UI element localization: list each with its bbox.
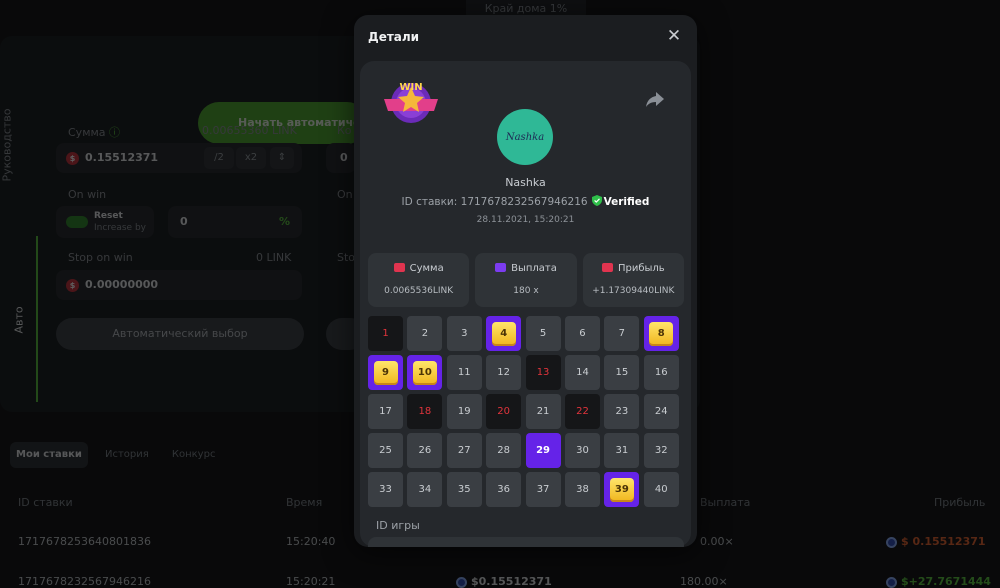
keno-grid: 1 2 3 4 5 6 7 8 9 10 11 12 13 14 15 16 17 18 19 20 21 22 23 24 2… bbox=[368, 316, 684, 508]
keno-tile-28: 28 bbox=[486, 433, 522, 469]
bet-id-value[interactable]: 1717678232567946216 bbox=[461, 196, 588, 208]
keno-tile-15: 15 bbox=[604, 355, 640, 391]
keno-tile-21: 21 bbox=[525, 394, 561, 430]
game-id-field[interactable] bbox=[368, 537, 684, 547]
keno-tile-12: 12 bbox=[486, 355, 522, 391]
keno-tile-5: 5 bbox=[525, 316, 561, 351]
keno-tile-27: 27 bbox=[446, 433, 482, 469]
win-badge-icon: WIN bbox=[384, 82, 438, 123]
keno-tile-7: 7 bbox=[604, 316, 640, 351]
keno-tile-31: 31 bbox=[604, 433, 640, 469]
wallet-icon bbox=[495, 263, 507, 272]
keno-tile-10: 10 bbox=[407, 355, 443, 391]
gold-gem-icon: 4 bbox=[491, 321, 516, 346]
keno-tile-37: 37 bbox=[525, 472, 561, 508]
close-icon[interactable]: ✕ bbox=[665, 27, 683, 45]
svg-text:WIN: WIN bbox=[399, 82, 422, 93]
avatar: Nashka bbox=[497, 109, 553, 165]
keno-tile-39: 39 bbox=[604, 472, 640, 508]
keno-tile-32: 32 bbox=[643, 433, 679, 469]
gold-gem-icon: 9 bbox=[373, 360, 398, 385]
keno-tile-17: 17 bbox=[368, 394, 403, 430]
keno-tile-11: 11 bbox=[446, 355, 482, 391]
keno-tile-29: 29 bbox=[525, 433, 561, 469]
keno-tile-25: 25 bbox=[368, 433, 403, 469]
game-id-label: ID игры bbox=[376, 519, 420, 532]
verified-label: Verified bbox=[603, 196, 650, 208]
keno-tile-1: 1 bbox=[368, 316, 403, 351]
gold-gem-icon: 10 bbox=[412, 360, 437, 385]
keno-tile-36: 36 bbox=[486, 472, 522, 508]
keno-tile-6: 6 bbox=[564, 316, 600, 351]
gold-gem-icon: 8 bbox=[649, 321, 674, 346]
keno-tile-13: 13 bbox=[525, 355, 561, 391]
keno-tile-2: 2 bbox=[407, 316, 443, 351]
keno-tile-14: 14 bbox=[564, 355, 600, 391]
keno-tile-23: 23 bbox=[604, 394, 640, 430]
modal-title: Детали bbox=[368, 30, 420, 44]
bet-id-line: ID ставки: 1717678232567946216 Verified bbox=[401, 195, 650, 208]
stat-profit: Прибыль +1.17309440LINK bbox=[582, 253, 684, 307]
profit-icon bbox=[601, 263, 613, 272]
coins-icon bbox=[393, 263, 405, 272]
bet-details-modal: Детали ✕ WIN Nashka Nashka ID ставки: 17… bbox=[354, 15, 697, 547]
keno-tile-26: 26 bbox=[407, 433, 443, 469]
details-card: WIN Nashka Nashka ID ставки: 17176782325… bbox=[360, 61, 691, 547]
stat-amount: Сумма 0.0065536LINK bbox=[368, 253, 470, 307]
username: Nashka bbox=[505, 176, 546, 189]
keno-tile-22: 22 bbox=[564, 394, 600, 430]
keno-tile-38: 38 bbox=[564, 472, 600, 508]
keno-tile-4: 4 bbox=[486, 316, 522, 351]
keno-tile-18: 18 bbox=[407, 394, 443, 430]
bet-date: 28.11.2021, 15:20:21 bbox=[476, 215, 575, 225]
keno-tile-8: 8 bbox=[643, 316, 679, 351]
keno-tile-20: 20 bbox=[486, 394, 522, 430]
keno-tile-16: 16 bbox=[643, 355, 679, 391]
stat-payout: Выплата 180 x bbox=[475, 253, 577, 307]
keno-tile-33: 33 bbox=[368, 472, 403, 508]
verified-shield-icon bbox=[591, 195, 602, 206]
gold-gem-icon: 39 bbox=[609, 477, 634, 502]
keno-tile-19: 19 bbox=[446, 394, 482, 430]
share-icon[interactable] bbox=[645, 89, 665, 109]
keno-tile-40: 40 bbox=[643, 472, 679, 508]
keno-tile-9: 9 bbox=[368, 355, 403, 391]
keno-tile-30: 30 bbox=[564, 433, 600, 469]
keno-tile-34: 34 bbox=[407, 472, 443, 508]
stats-row: Сумма 0.0065536LINK Выплата 180 x Прибыл… bbox=[368, 253, 684, 307]
keno-tile-3: 3 bbox=[446, 316, 482, 351]
keno-tile-35: 35 bbox=[446, 472, 482, 508]
keno-tile-24: 24 bbox=[643, 394, 679, 430]
